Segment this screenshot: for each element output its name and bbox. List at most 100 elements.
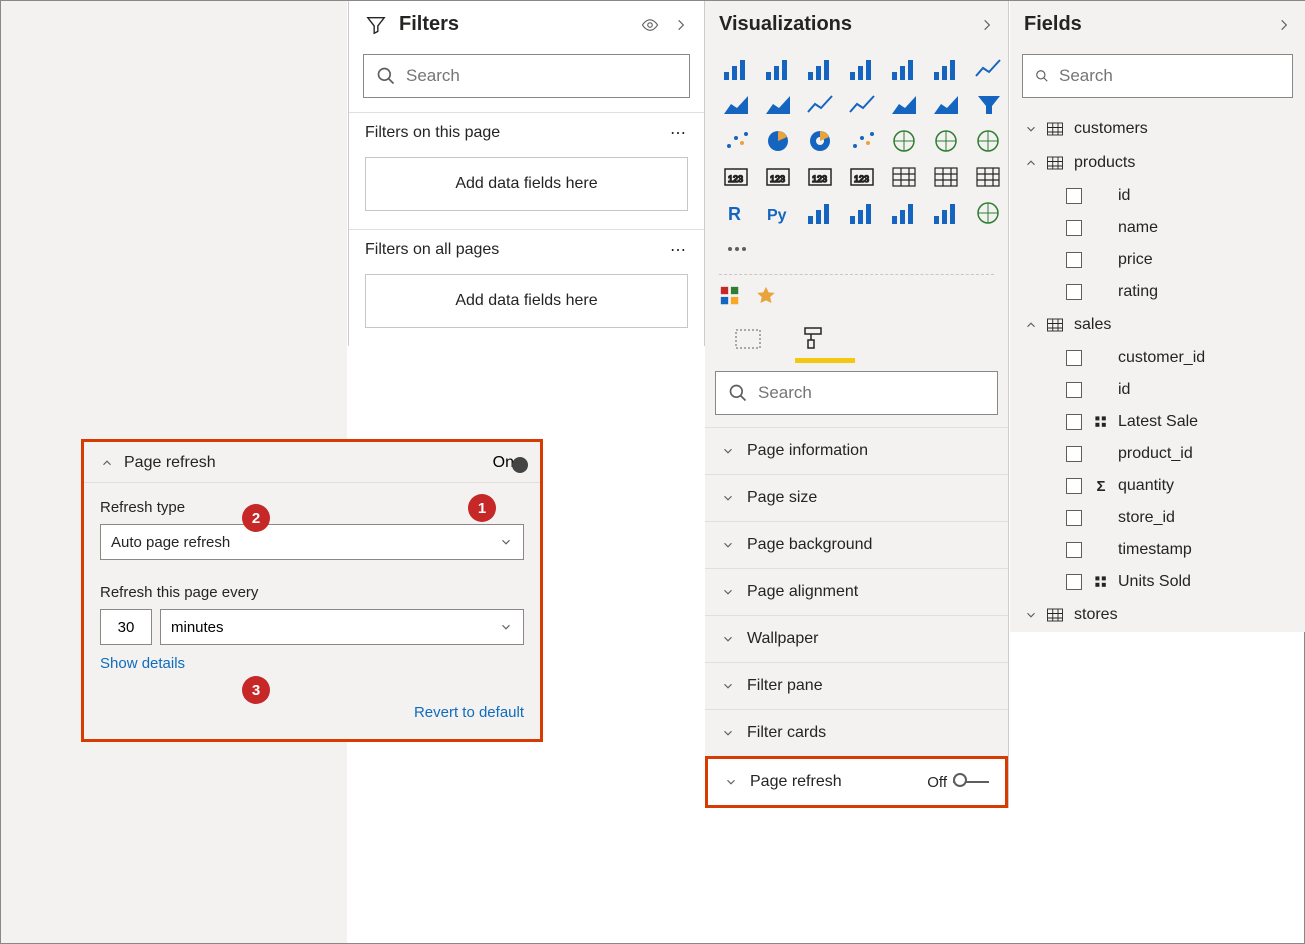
viz-clustered-column-icon[interactable] [887,54,923,84]
viz-line-stacked-column-icon[interactable] [803,90,839,120]
table-stores[interactable]: stores [1010,598,1305,632]
viz-multi-row-card-icon[interactable]: 123 [803,162,839,192]
viz-waterfall-icon[interactable] [929,90,965,120]
viz-paginated-icon[interactable] [929,198,965,228]
viz-area-icon[interactable] [719,90,755,120]
viz-table-icon[interactable] [929,162,965,192]
favorite-icon[interactable] [755,285,777,307]
show-details-link[interactable]: Show details [100,655,185,672]
format-item-page-information[interactable]: Page information [705,427,1008,474]
checkbox[interactable] [1066,252,1082,268]
checkbox[interactable] [1066,414,1082,430]
chevron-down-icon [499,620,513,634]
filters-this-page-more-icon[interactable]: ⋯ [670,123,688,143]
viz-decomposition-tree-icon[interactable] [845,198,881,228]
fields-search-input[interactable] [1059,66,1280,86]
viz-line-icon[interactable] [971,54,1007,84]
viz-treemap-icon[interactable] [845,126,881,156]
viz-funnel-icon[interactable] [971,90,1007,120]
viz-100-stacked-column-icon[interactable] [929,54,965,84]
format-item-filter-pane[interactable]: Filter pane [705,662,1008,709]
filters-search-input[interactable] [406,66,677,86]
checkbox[interactable] [1066,284,1082,300]
viz-line-clustered-column-icon[interactable] [845,90,881,120]
viz-card-icon[interactable]: 123 [761,162,797,192]
visibility-icon[interactable] [640,16,660,34]
page-refresh-item[interactable]: Page refresh Off [705,756,1008,808]
page-refresh-toggle[interactable]: Off [927,774,989,791]
format-search-input[interactable] [758,383,985,403]
checkbox[interactable] [1066,382,1082,398]
viz-stacked-column-icon[interactable] [845,54,881,84]
popout-header[interactable]: Page refresh On [84,442,540,483]
filters-search[interactable] [363,54,690,98]
viz-filled-map-icon[interactable] [929,126,965,156]
fields-collapse-icon[interactable] [1277,16,1291,34]
checkbox[interactable] [1066,188,1082,204]
viz-kpi-icon[interactable]: 123 [845,162,881,192]
field-sales-store_id[interactable]: store_id [1010,502,1305,534]
refresh-type-select[interactable]: Auto page refresh [100,524,524,560]
field-sales-units-sold[interactable]: Units Sold [1010,566,1305,598]
fields-tab[interactable] [731,321,767,357]
viz-pie-icon[interactable] [761,126,797,156]
revert-to-default-link[interactable]: Revert to default [414,704,524,721]
collapse-icon[interactable] [674,16,688,34]
table-products[interactable]: products [1010,146,1305,180]
format-item-page-alignment[interactable]: Page alignment [705,568,1008,615]
format-item-filter-cards[interactable]: Filter cards [705,709,1008,756]
format-item-page-size[interactable]: Page size [705,474,1008,521]
viz-slicer-icon[interactable] [887,162,923,192]
filters-all-pages-more-icon[interactable]: ⋯ [670,240,688,260]
viz-collapse-icon[interactable] [980,16,994,34]
fields-search[interactable] [1022,54,1293,98]
viz-ribbon-icon[interactable] [887,90,923,120]
viz-python-visual-icon[interactable]: Py [761,198,797,228]
chevron-icon [1024,608,1038,622]
checkbox[interactable] [1066,510,1082,526]
viz-stacked-area-icon[interactable] [761,90,797,120]
viz-gauge-icon[interactable]: 123 [719,162,755,192]
filters-all-pages-dropzone[interactable]: Add data fields here [365,274,688,328]
checkbox[interactable] [1066,446,1082,462]
field-products-rating[interactable]: rating [1010,276,1305,308]
viz-scatter-icon[interactable] [719,126,755,156]
viz-100-stacked-bar-icon[interactable] [803,54,839,84]
table-customers[interactable]: customers [1010,112,1305,146]
checkbox[interactable] [1066,574,1082,590]
viz-r-visual-icon[interactable]: R [719,198,755,228]
viz-shape-map-icon[interactable] [971,126,1007,156]
format-tab[interactable] [795,321,831,357]
viz-clustered-bar-icon[interactable] [761,54,797,84]
field-sales-id[interactable]: id [1010,374,1305,406]
field-sales-customer_id[interactable]: customer_id [1010,342,1305,374]
viz-map-icon[interactable] [887,126,923,156]
viz-stacked-bar-icon[interactable] [719,54,755,84]
checkbox[interactable] [1066,542,1082,558]
table-sales[interactable]: sales [1010,308,1305,342]
viz-arcgis-icon[interactable] [971,198,1007,228]
interval-value-input[interactable]: 30 [100,609,152,645]
filters-this-page-dropzone[interactable]: Add data fields here [365,157,688,211]
checkbox[interactable] [1066,220,1082,236]
field-products-price[interactable]: price [1010,244,1305,276]
field-sales-product_id[interactable]: product_id [1010,438,1305,470]
viz-more-icon[interactable] [719,234,755,264]
viz-donut-icon[interactable] [803,126,839,156]
checkbox[interactable] [1066,350,1082,366]
format-item-page-background[interactable]: Page background [705,521,1008,568]
field-products-name[interactable]: name [1010,212,1305,244]
field-products-id[interactable]: id [1010,180,1305,212]
appsource-icon[interactable] [719,285,741,307]
format-search[interactable] [715,371,998,415]
field-sales-quantity[interactable]: Σquantity [1010,470,1305,502]
interval-unit-select[interactable]: minutes [160,609,524,645]
checkbox[interactable] [1066,478,1082,494]
viz-matrix-icon[interactable] [971,162,1007,192]
field-sales-latest-sale[interactable]: Latest Sale [1010,406,1305,438]
format-item-wallpaper[interactable]: Wallpaper [705,615,1008,662]
viz-qa-icon[interactable] [887,198,923,228]
filters-all-pages-label: Filters on all pages [365,241,499,259]
field-sales-timestamp[interactable]: timestamp [1010,534,1305,566]
viz-key-influencers-icon[interactable] [803,198,839,228]
